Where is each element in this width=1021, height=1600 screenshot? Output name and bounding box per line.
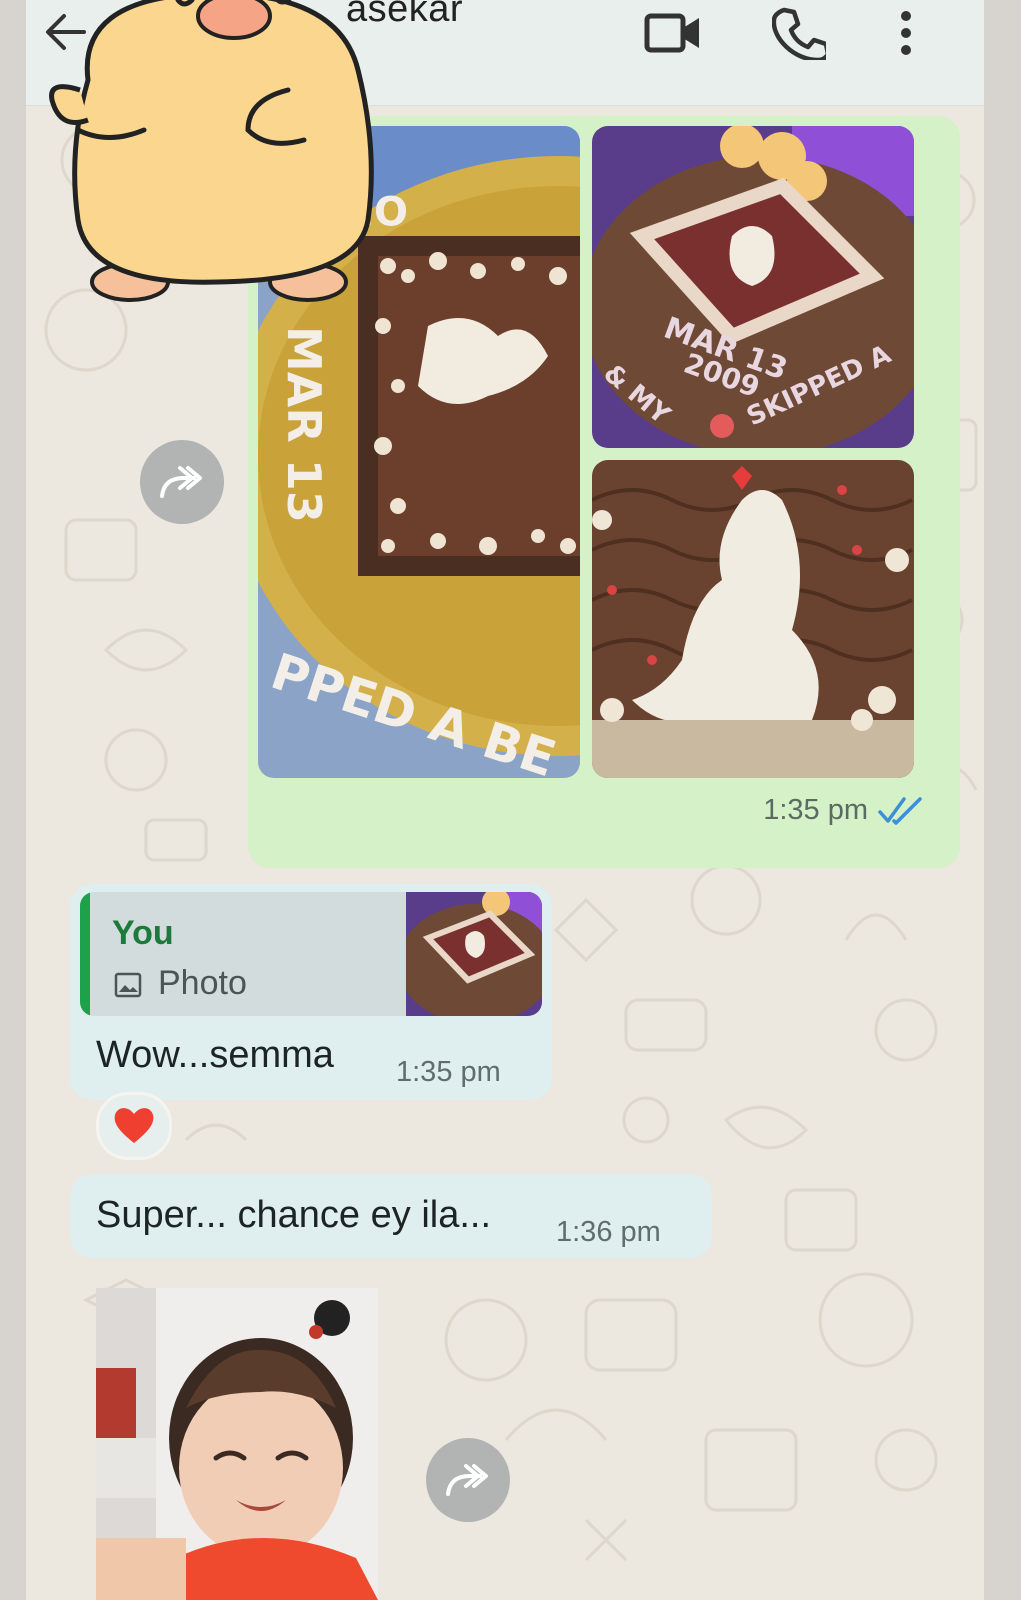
forward-icon: [160, 466, 202, 498]
quote-thumbnail: [406, 892, 542, 1016]
message-text: Wow...semma: [96, 1034, 334, 1076]
cake-text-date: MAR 13: [277, 326, 331, 523]
quote-author: You: [112, 914, 174, 952]
chick-sticker[interactable]: [38, 0, 388, 320]
incoming-photo[interactable]: [96, 1288, 378, 1600]
photo-icon: [114, 972, 142, 998]
message-time: 1:35 pm: [763, 794, 868, 826]
more-vert-icon[interactable]: [894, 6, 918, 60]
cake-photo-3[interactable]: [592, 460, 914, 778]
message-text: Super... chance ey ila...: [96, 1194, 492, 1236]
cake-photo-2[interactable]: MAR 13 2009 & MY SKIPPED A: [592, 126, 914, 448]
quote-type: Photo: [158, 964, 247, 1002]
message-time: 1:35 pm: [396, 1056, 501, 1088]
incoming-text-bubble[interactable]: Super... chance ey ila... 1:36 pm: [70, 1174, 712, 1258]
video-camera-icon[interactable]: [644, 10, 702, 56]
heart-icon: [114, 1108, 154, 1143]
chat-screen: asekar MAR 13 PPED A BE MAR 13 2009 & MY…: [26, 0, 984, 1600]
forward-button[interactable]: [426, 1438, 510, 1522]
quoted-message[interactable]: You Photo: [80, 892, 542, 1016]
reaction-badge[interactable]: [96, 1092, 172, 1160]
quote-accent-bar: [80, 892, 90, 1016]
read-receipt-icon: [878, 797, 922, 825]
incoming-reply-bubble[interactable]: You Photo Wow...semma 1:35 pm: [70, 884, 552, 1100]
message-time: 1:36 pm: [556, 1216, 661, 1248]
forward-icon: [446, 1464, 488, 1496]
forward-button[interactable]: [140, 440, 224, 524]
phone-icon[interactable]: [772, 6, 826, 60]
